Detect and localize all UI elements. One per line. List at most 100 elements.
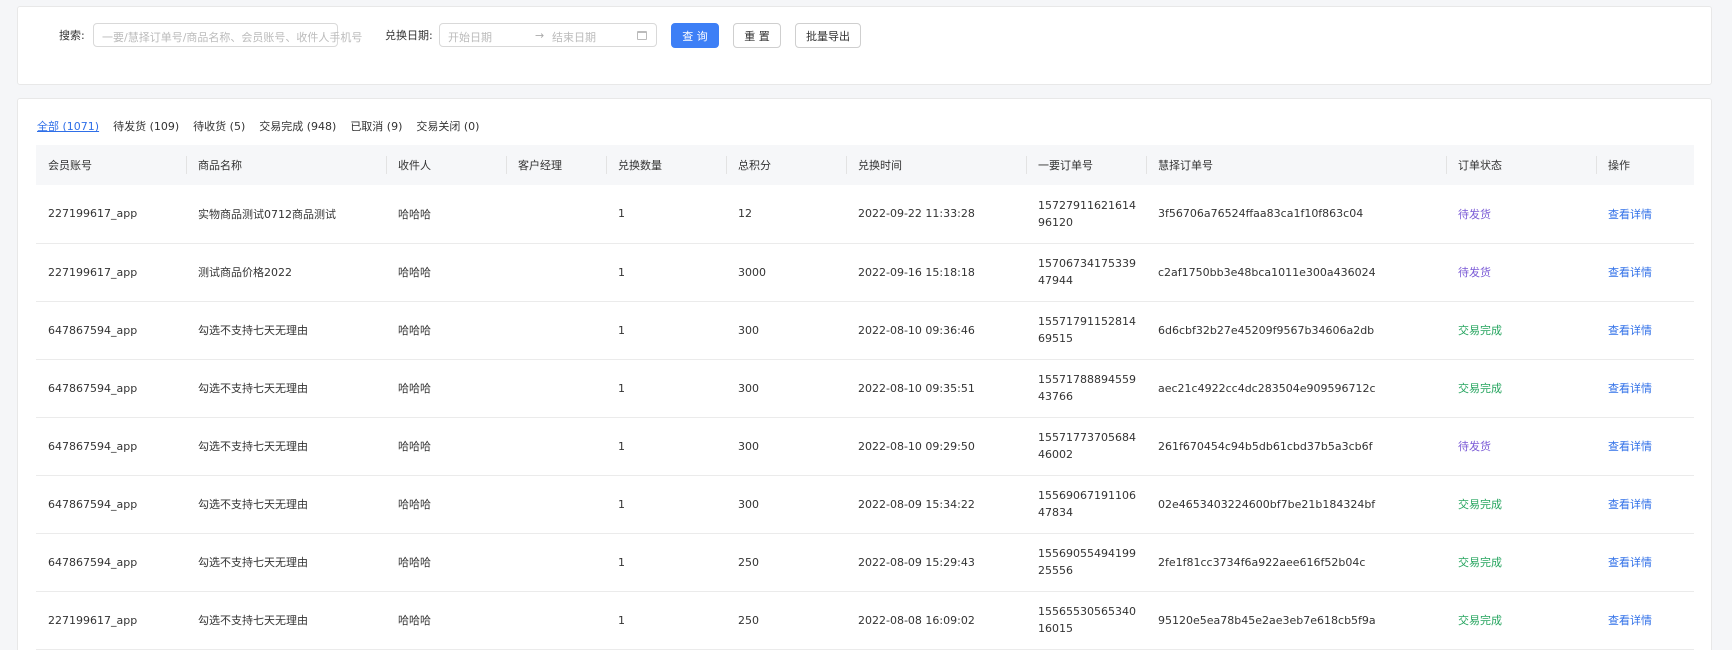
export-button[interactable]: 批量导出 [795,23,861,48]
time-cell: 2022-08-10 09:36:46 [846,301,1026,360]
column-header: 客户经理 [506,145,606,185]
account-cell: 647867594_app [36,533,186,592]
column-header: 会员账号 [48,159,92,172]
column-header: 收件人 [386,145,506,185]
points-cell: 3000 [726,243,846,302]
order-id-cell: 1570673417533947944 [1026,243,1146,302]
tab-closed[interactable]: 交易关闭 (0) [416,118,479,134]
table-row: 647867594_app 勾选不支持七天无理由 哈哈哈 1 300 2022-… [36,417,1694,476]
date-label: 兑换日期: [385,29,433,42]
time-cell: 2022-08-10 09:29:50 [846,417,1026,476]
hz-order-cell: c2af1750bb3e48bca1011e300a436024 [1146,243,1446,302]
time-cell: 2022-09-22 11:33:28 [846,185,1026,244]
start-date-placeholder: 开始日期 [448,31,492,44]
quantity-cell: 1 [606,359,726,418]
view-details-link[interactable]: 查看详情 [1596,475,1694,534]
quantity-cell: 1 [606,185,726,244]
reset-button[interactable]: 重 置 [733,23,781,48]
hz-order-cell: 95120e5ea78b45e2ae3eb7e618cb5f9a [1146,591,1446,650]
quantity-cell: 1 [606,301,726,360]
column-header: 操作 [1596,145,1694,185]
status-cell: 待发货 [1446,243,1596,302]
points-cell: 250 [726,591,846,650]
hz-order-cell: 2fe1f81cc3734f6a922aee616f52b04c [1146,533,1446,592]
product-cell: 勾选不支持七天无理由 [186,359,386,418]
account-cell: 647867594_app [36,359,186,418]
view-details-link[interactable]: 查看详情 [1596,533,1694,592]
date-range-picker[interactable]: 开始日期 → 结束日期 [439,23,657,47]
recipient-cell: 哈哈哈 [386,417,506,476]
manager-cell [506,359,606,418]
table-row: 227199617_app 测试商品价格2022 哈哈哈 1 3000 2022… [36,243,1694,302]
tab-pending-shipment[interactable]: 待发货 (109) [113,118,179,134]
table-row: 227199617_app 实物商品测试0712商品测试 哈哈哈 1 12 20… [36,185,1694,244]
view-details-link[interactable]: 查看详情 [1596,243,1694,302]
manager-cell [506,301,606,360]
view-details-link[interactable]: 查看详情 [1596,301,1694,360]
account-cell: 227199617_app [36,243,186,302]
status-tabs: 全部 (1071) 待发货 (109) 待收货 (5) 交易完成 (948) 已… [37,118,479,134]
manager-cell [506,417,606,476]
column-header: 慧择订单号 [1146,145,1446,185]
order-id-cell: 1557178889455943766 [1026,359,1146,418]
status-cell: 交易完成 [1446,475,1596,534]
search-input[interactable]: 一要/慧择订单号/商品名称、会员账号、收件人手机号 [93,23,362,47]
view-details-link[interactable]: 查看详情 [1596,591,1694,650]
quantity-cell: 1 [606,243,726,302]
points-cell: 250 [726,533,846,592]
account-cell: 227199617_app [36,591,186,650]
account-cell: 227199617_app [36,185,186,244]
status-cell: 交易完成 [1446,359,1596,418]
points-cell: 300 [726,359,846,418]
recipient-cell: 哈哈哈 [386,359,506,418]
hz-order-cell: aec21c4922cc4dc283504e909596712c [1146,359,1446,418]
range-arrow-icon: → [535,29,545,42]
table-row: 647867594_app 勾选不支持七天无理由 哈哈哈 1 300 2022-… [36,301,1694,360]
product-cell: 勾选不支持七天无理由 [186,591,386,650]
tab-pending-receipt[interactable]: 待收货 (5) [193,118,245,134]
order-id-cell: 1557179115281469515 [1026,301,1146,360]
manager-cell [506,533,606,592]
order-id-cell: 1572791162161496120 [1026,185,1146,244]
tab-completed[interactable]: 交易完成 (948) [259,118,336,134]
order-id-cell: 1556905549419925556 [1026,533,1146,592]
hz-order-cell: 261f670454c94b5db61cbd37b5a3cb6f [1146,417,1446,476]
points-cell: 12 [726,185,846,244]
points-cell: 300 [726,417,846,476]
order-id-cell: 1556553056534016015 [1026,591,1146,650]
search-panel: 搜索: 一要/慧择订单号/商品名称、会员账号、收件人手机号 兑换日期: 开始日期… [17,6,1712,85]
status-cell: 待发货 [1446,185,1596,244]
table-header-row: 会员账号 商品名称 收件人 客户经理 兑换数量 总积分 兑换时间 一要订单号 慧… [36,145,1694,185]
orders-table: 会员账号 商品名称 收件人 客户经理 兑换数量 总积分 兑换时间 一要订单号 慧… [36,145,1694,650]
product-cell: 勾选不支持七天无理由 [186,417,386,476]
time-cell: 2022-08-09 15:34:22 [846,475,1026,534]
quantity-cell: 1 [606,533,726,592]
tab-cancelled[interactable]: 已取消 (9) [350,118,402,134]
quantity-cell: 1 [606,417,726,476]
recipient-cell: 哈哈哈 [386,185,506,244]
product-cell: 勾选不支持七天无理由 [186,533,386,592]
manager-cell [506,185,606,244]
view-details-link[interactable]: 查看详情 [1596,359,1694,418]
table-row: 647867594_app 勾选不支持七天无理由 哈哈哈 1 300 2022-… [36,359,1694,418]
view-details-link[interactable]: 查看详情 [1596,185,1694,244]
table-row: 227199617_app 勾选不支持七天无理由 哈哈哈 1 250 2022-… [36,591,1694,650]
recipient-cell: 哈哈哈 [386,475,506,534]
table-row: 647867594_app 勾选不支持七天无理由 哈哈哈 1 250 2022-… [36,533,1694,592]
hz-order-cell: 3f56706a76524ffaa83ca1f10f863c04 [1146,185,1446,244]
orders-panel: 全部 (1071) 待发货 (109) 待收货 (5) 交易完成 (948) 已… [17,98,1712,650]
account-cell: 647867594_app [36,301,186,360]
account-cell: 647867594_app [36,417,186,476]
time-cell: 2022-08-09 15:29:43 [846,533,1026,592]
product-cell: 勾选不支持七天无理由 [186,301,386,360]
recipient-cell: 哈哈哈 [386,301,506,360]
search-label: 搜索: [59,29,85,42]
recipient-cell: 哈哈哈 [386,243,506,302]
manager-cell [506,591,606,650]
recipient-cell: 哈哈哈 [386,591,506,650]
hz-order-cell: 6d6cbf32b27e45209f9567b34606a2db [1146,301,1446,360]
tab-all[interactable]: 全部 (1071) [37,118,99,134]
query-button[interactable]: 查 询 [671,23,719,48]
view-details-link[interactable]: 查看详情 [1596,417,1694,476]
status-cell: 交易完成 [1446,591,1596,650]
